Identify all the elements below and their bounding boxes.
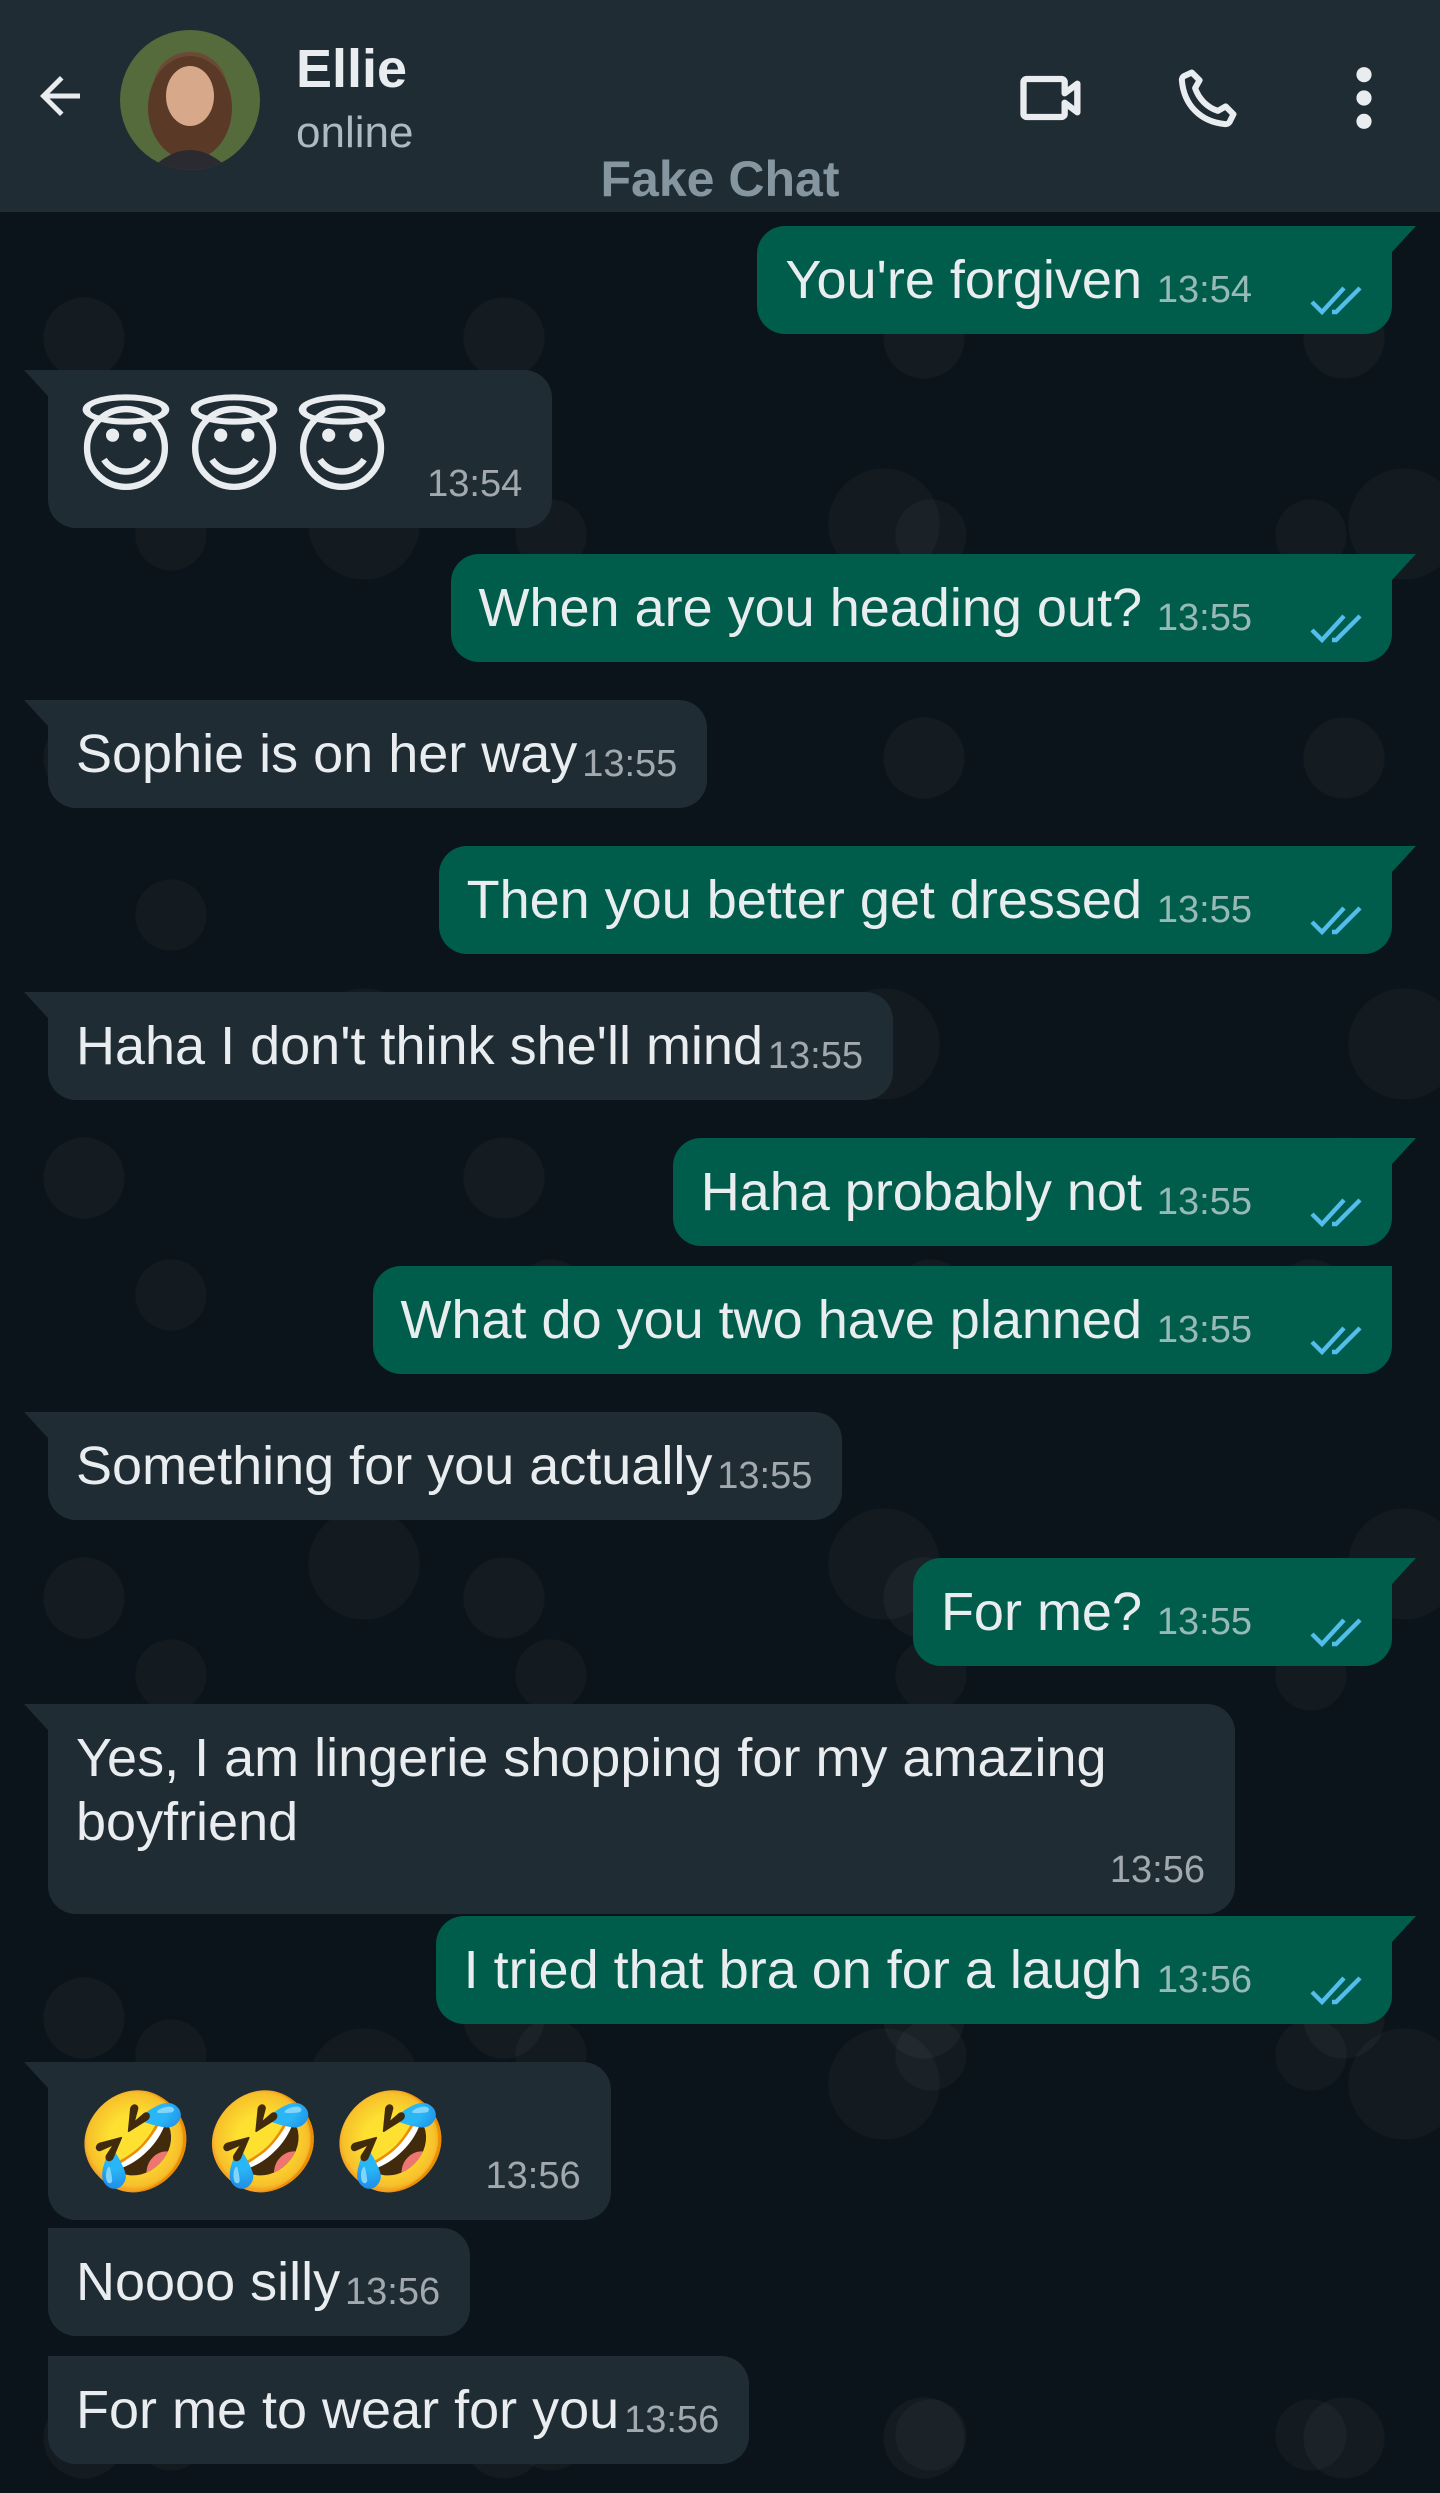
message-text: Haha probably not bbox=[700, 1162, 1142, 1222]
message-time: 13:55 bbox=[1156, 1309, 1252, 1351]
message-text: Something for you actually bbox=[76, 1436, 713, 1496]
message-outgoing[interactable]: You're forgiven 13:54 bbox=[757, 226, 1416, 334]
message-time: 13:56 bbox=[485, 2155, 581, 2197]
message-outgoing[interactable]: Haha probably not 13:55 bbox=[672, 1138, 1417, 1246]
message-text: For me? bbox=[940, 1582, 1142, 1642]
emoji: 🤣 bbox=[76, 2089, 196, 2196]
more-vert-icon[interactable] bbox=[1324, 58, 1404, 138]
contact-name[interactable]: Ellie bbox=[296, 38, 407, 100]
message-time: 13:55 bbox=[767, 1035, 863, 1077]
message-text: For me to wear for you bbox=[76, 2380, 620, 2440]
message-text: Noooo silly bbox=[76, 2252, 341, 2312]
emoji: 😇 bbox=[184, 397, 285, 504]
message-outgoing[interactable]: When are you heading out? 13:55 bbox=[450, 554, 1417, 662]
emoji: 😇 bbox=[292, 397, 393, 504]
message-incoming[interactable]: For me to wear for you 13:56 bbox=[48, 2356, 750, 2464]
message-time: 13:55 bbox=[1156, 1601, 1252, 1643]
message-time: 13:56 bbox=[624, 2399, 720, 2441]
read-ticks-icon bbox=[1310, 906, 1362, 936]
message-incoming[interactable]: Haha I don't think she'll mind 13:55 bbox=[24, 992, 893, 1100]
avatar[interactable] bbox=[120, 30, 260, 170]
video-call-icon[interactable] bbox=[1012, 58, 1092, 138]
watermark: Fake Chat bbox=[600, 151, 840, 207]
message-text: Haha I don't think she'll mind bbox=[76, 1016, 763, 1076]
message-incoming[interactable]: Sophie is on her way 13:55 bbox=[23, 700, 708, 808]
message-incoming[interactable]: Yes, I am lingerie shopping for my amazi… bbox=[24, 1704, 1235, 1914]
message-outgoing[interactable]: What do you two have planned 13:55 bbox=[372, 1266, 1392, 1374]
back-arrow-icon[interactable] bbox=[24, 60, 96, 132]
message-outgoing[interactable]: I tried that bra on for a laugh 13:56 bbox=[435, 1916, 1417, 2024]
message-incoming[interactable]: 🤣 🤣 🤣 13:56 bbox=[24, 2062, 611, 2220]
message-incoming[interactable]: Noooo silly 13:56 bbox=[48, 2228, 471, 2336]
message-time: 13:56 bbox=[1156, 1959, 1252, 2001]
message-text: You're forgiven bbox=[785, 250, 1142, 310]
message-time: 13:56 bbox=[1109, 1849, 1205, 1891]
read-ticks-icon bbox=[1310, 1326, 1362, 1356]
emoji: 😇 bbox=[76, 397, 177, 504]
message-text: When are you heading out? bbox=[478, 578, 1142, 638]
emoji-row: 😇 😇 😇 bbox=[76, 384, 392, 506]
message-time: 13:55 bbox=[582, 743, 678, 785]
message-time: 13:55 bbox=[717, 1455, 813, 1497]
read-ticks-icon bbox=[1310, 1618, 1362, 1648]
emoji: 🤣 bbox=[203, 2089, 324, 2196]
message-text: What do you two have planned bbox=[400, 1290, 1143, 1350]
phone-icon[interactable] bbox=[1168, 58, 1248, 138]
message-incoming[interactable]: Something for you actually 13:55 bbox=[23, 1412, 843, 1520]
read-ticks-icon bbox=[1310, 286, 1362, 316]
message-text: Yes, I am lingerie shopping for my amazi… bbox=[76, 1728, 1107, 1852]
read-ticks-icon bbox=[1310, 1198, 1362, 1228]
message-text: Then you better get dressed bbox=[466, 870, 1142, 930]
message-outgoing[interactable]: Then you better get dressed 13:55 bbox=[438, 846, 1417, 954]
emoji-row: 🤣 🤣 🤣 bbox=[76, 2076, 451, 2198]
message-time: 13:55 bbox=[1156, 1181, 1252, 1223]
emoji: 🤣 bbox=[331, 2089, 451, 2196]
message-time: 13:55 bbox=[1156, 597, 1252, 639]
message-time: 13:55 bbox=[1156, 889, 1252, 931]
chat-header: Ellie online Fake Chat bbox=[0, 0, 1440, 212]
message-text: I tried that bra on for a laugh bbox=[463, 1940, 1142, 2000]
chat-area[interactable]: You're forgiven 13:54 😇 😇 😇 13:54 When a… bbox=[0, 212, 1440, 2493]
message-outgoing[interactable]: For me? 13:55 bbox=[912, 1558, 1417, 1666]
message-time: 13:56 bbox=[345, 2271, 441, 2313]
read-ticks-icon bbox=[1310, 1976, 1362, 2006]
message-time: 13:54 bbox=[1156, 269, 1252, 311]
message-incoming[interactable]: 😇 😇 😇 13:54 bbox=[23, 370, 553, 528]
read-ticks-icon bbox=[1310, 614, 1362, 644]
message-text: Sophie is on her way bbox=[76, 724, 578, 784]
message-time: 13:54 bbox=[427, 463, 523, 505]
